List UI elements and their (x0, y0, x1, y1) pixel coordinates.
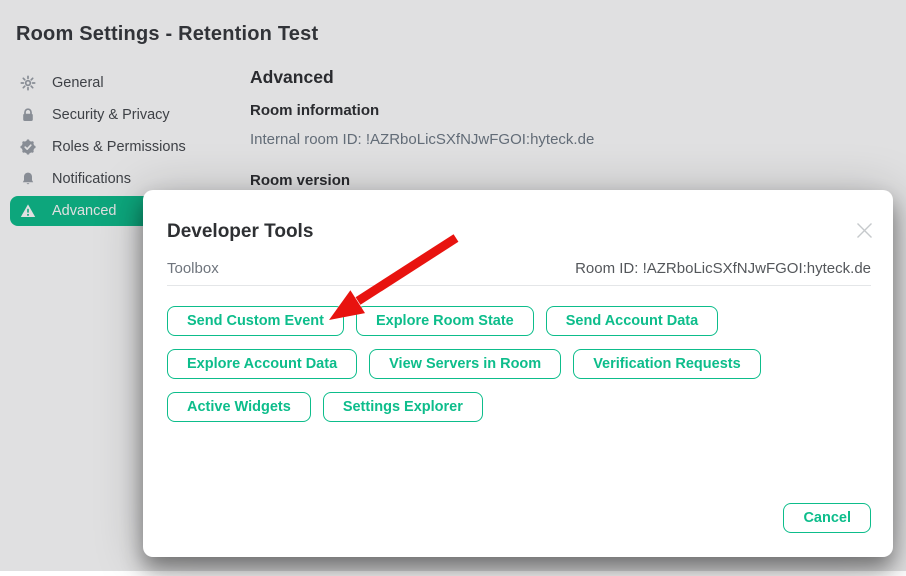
settings-explorer-button[interactable]: Settings Explorer (323, 392, 483, 422)
dialog-subheader: Toolbox Room ID: !AZRboLicSXfNJwFGOI:hyt… (167, 260, 871, 286)
explore-room-state-button[interactable]: Explore Room State (356, 306, 534, 336)
view-servers-in-room-button[interactable]: View Servers in Room (369, 349, 561, 379)
dialog-title: Developer Tools (167, 221, 313, 243)
verification-requests-button[interactable]: Verification Requests (573, 349, 760, 379)
developer-tools-dialog: Developer Tools Toolbox Room ID: !AZRboL… (143, 190, 893, 557)
room-id-label: Room ID: !AZRboLicSXfNJwFGOI:hyteck.de (575, 260, 871, 277)
toolbox-label: Toolbox (167, 260, 219, 277)
explore-account-data-button[interactable]: Explore Account Data (167, 349, 357, 379)
active-widgets-button[interactable]: Active Widgets (167, 392, 311, 422)
dialog-footer: Cancel (783, 503, 871, 533)
cancel-button[interactable]: Cancel (783, 503, 871, 533)
close-icon[interactable] (855, 221, 873, 239)
send-account-data-button[interactable]: Send Account Data (546, 306, 718, 336)
send-custom-event-button[interactable]: Send Custom Event (167, 306, 344, 336)
toolbox-button-grid: Send Custom Event Explore Room State Sen… (167, 306, 871, 422)
